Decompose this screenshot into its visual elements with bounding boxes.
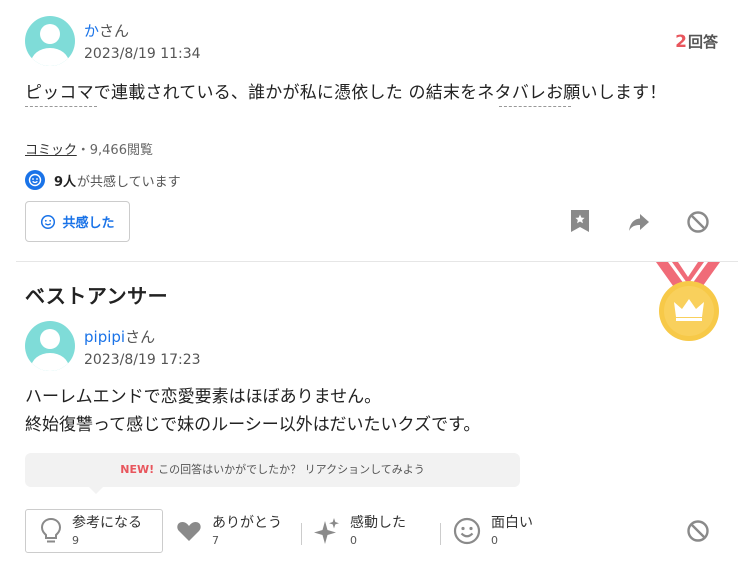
reaction-count: 0 — [350, 533, 357, 547]
heart-icon — [177, 522, 201, 541]
reaction-prompt-text: この回答はいかがでしたか？ リアクションしてみよう — [158, 463, 425, 476]
reaction-label: 面白い — [491, 514, 533, 531]
question-avatar[interactable] — [25, 16, 75, 66]
question-text: ピッコマで連載されている、誰かが私に憑依した の結末をネタバレお願いします！ — [25, 83, 667, 103]
keyword-link-underline[interactable] — [499, 106, 571, 107]
reaction-label: ありがとう — [212, 514, 282, 531]
answer-line: 終始復讐って感じで妹のルーシー以外はだいたいクズです。 — [25, 415, 481, 435]
question-date: 2023/8/19 11:34 — [84, 46, 201, 62]
section-divider — [16, 261, 738, 262]
reaction-count: 7 — [212, 533, 219, 547]
reaction-separator — [301, 523, 302, 545]
question-meta: コミック・9,466閲覧 — [25, 139, 153, 158]
view-count: ・9,466閲覧 — [76, 143, 153, 158]
sparkle-icon — [314, 518, 339, 544]
reaction-funny-button[interactable]: 面白い 0 — [453, 509, 533, 553]
reaction-label: 感動した — [350, 514, 406, 531]
reaction-label: 参考になる — [72, 514, 142, 531]
empathy-button-label: 共感した — [62, 216, 115, 231]
category-link[interactable]: コミック — [25, 143, 77, 158]
reaction-prompt: NEW! この回答はいかがでしたか？ リアクションしてみよう — [25, 453, 520, 494]
keyword-link-underline[interactable] — [25, 106, 97, 107]
reaction-count: 9 — [72, 533, 79, 547]
answer-count-number: 2 — [675, 32, 687, 52]
reaction-moved-button[interactable]: 感動した 0 — [314, 509, 406, 553]
empathy-count: 9人 — [54, 174, 77, 190]
empathy-suffix: が共感しています — [77, 174, 181, 190]
bookmark-icon[interactable] — [568, 209, 592, 233]
share-icon[interactable] — [627, 210, 651, 234]
reaction-separator — [440, 523, 441, 545]
reaction-helpful-button[interactable]: 参考になる 9 — [25, 509, 163, 553]
best-answer-title: ベストアンサー — [25, 284, 169, 308]
answerer-username[interactable]: pipipiさん — [84, 326, 155, 347]
smile-icon — [25, 170, 45, 190]
medal-icon — [656, 262, 720, 341]
question-username[interactable]: かさん — [84, 20, 129, 41]
smile-icon — [453, 517, 481, 545]
question-username-name[interactable]: か — [84, 22, 99, 40]
new-badge: NEW! — [120, 463, 155, 476]
answer-count[interactable]: 2回答 — [675, 31, 718, 52]
empathy-summary: 9人 が共感しています — [25, 170, 181, 190]
lightbulb-icon — [40, 517, 62, 543]
empathy-button[interactable]: 共感した — [25, 201, 130, 242]
answer-date: 2023/8/19 17:23 — [84, 352, 201, 368]
smile-icon — [41, 214, 56, 229]
answerer-username-suffix: さん — [125, 328, 156, 346]
answer-text: ハーレムエンドで恋愛要素はほぼありません。 終始復讐って感じで妹のルーシー以外は… — [25, 383, 480, 439]
answerer-avatar[interactable] — [25, 321, 75, 371]
answerer-username-name[interactable]: pipipi — [84, 328, 125, 346]
answer-count-label: 回答 — [687, 33, 718, 51]
block-icon[interactable] — [686, 519, 710, 543]
block-icon[interactable] — [686, 210, 710, 234]
reaction-thanks-button[interactable]: ありがとう 7 — [176, 509, 282, 553]
question-username-suffix: さん — [99, 22, 130, 40]
answer-line: ハーレムエンドで恋愛要素はほぼありません。 — [25, 387, 382, 407]
reaction-count: 0 — [491, 533, 498, 547]
